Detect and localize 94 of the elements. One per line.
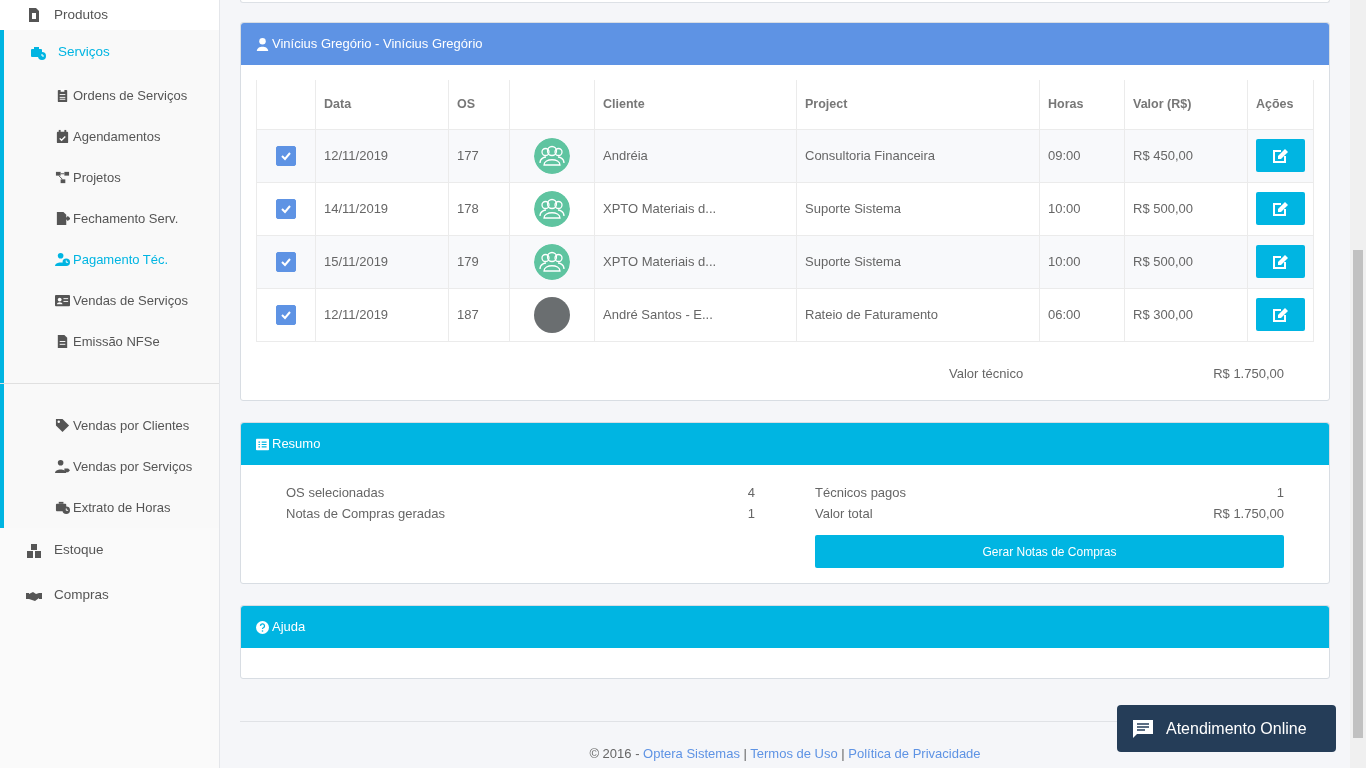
table-cell: 187 (457, 306, 479, 322)
column-header: Data (324, 96, 352, 111)
checkbox[interactable] (276, 304, 296, 325)
column-header: Valor (R$) (1133, 96, 1192, 111)
table-cell: 10:00 (1048, 200, 1081, 216)
user-clock-icon (55, 252, 70, 267)
document-icon (26, 7, 42, 23)
table-cell: 06:00 (1048, 306, 1081, 322)
table-cell: 177 (457, 147, 479, 163)
column-header: Cliente (603, 96, 645, 111)
calendar-check-icon (55, 129, 70, 144)
table-cell: R$ 500,00 (1133, 253, 1193, 269)
edit-icon (1273, 307, 1288, 322)
chat-button[interactable]: Atendimento Online (1117, 705, 1336, 752)
table-cell: R$ 500,00 (1133, 200, 1193, 216)
sidebar-item[interactable]: Compras (0, 573, 219, 618)
table-cell: 179 (457, 253, 479, 269)
panel-title: Ajuda (272, 618, 306, 637)
tag-icon (55, 418, 70, 433)
id-card-icon (55, 293, 70, 308)
summary-label: OS selecionadas (286, 484, 385, 502)
clipboard-icon (55, 88, 70, 103)
user-icon (256, 37, 269, 51)
column-header: OS (457, 96, 476, 111)
edit-icon (1273, 254, 1288, 269)
checkbox[interactable] (276, 145, 296, 166)
list-icon (256, 437, 269, 451)
separator-text: | (742, 746, 748, 761)
sidebar-item[interactable]: Produtos (0, 0, 219, 30)
table-cell: 14/11/2019 (324, 200, 389, 216)
total-label: Valor técnico (948, 364, 1024, 383)
sidebar-subitem[interactable]: Vendas por Serviços (4, 446, 219, 487)
sidebar-subitem[interactable]: Projetos (4, 157, 219, 198)
table-cell: R$ 450,00 (1133, 147, 1193, 163)
column-header: Horas (1048, 96, 1084, 111)
table-cell: André Santos - E... (603, 306, 713, 322)
document-arrow-icon (55, 211, 70, 226)
summary-value: 4 (747, 484, 755, 502)
table-cell: Suporte Sistema (805, 200, 902, 216)
table-cell: 12/11/2019 (324, 306, 389, 322)
sidebar-subitem[interactable]: Extrato de Horas (4, 487, 219, 528)
chat-icon (1133, 719, 1153, 738)
sidebar-subitem[interactable]: Vendas de Serviços (4, 280, 219, 321)
summary-label: Valor total (815, 505, 873, 523)
panel-title: Vinícius Gregório - Vinícius Gregório (272, 35, 483, 54)
edit-icon (1273, 201, 1288, 216)
table-cell: XPTO Materiais d... (603, 200, 717, 216)
table-cell: 10:00 (1048, 253, 1081, 269)
sidebar-subitem[interactable]: Ordens de Serviços (4, 75, 219, 116)
table-cell: Andréia (603, 147, 648, 163)
table-cell: 178 (457, 200, 479, 216)
sidebar-item[interactable]: Estoque (0, 528, 219, 573)
sidebar-subitem[interactable]: Fechamento Serv. (4, 198, 219, 239)
column-header: Project (805, 96, 848, 111)
group-avatar-icon (534, 190, 570, 227)
group-avatar-icon (534, 137, 570, 174)
scrollbar[interactable] (1350, 0, 1366, 768)
edit-button[interactable] (1256, 245, 1305, 278)
checkbox[interactable] (276, 198, 296, 219)
edit-button[interactable] (1256, 139, 1305, 172)
table-cell: Suporte Sistema (805, 253, 902, 269)
panel-title: Resumo (272, 435, 321, 454)
photo-placeholder (534, 296, 570, 333)
table-cell: 12/11/2019 (324, 147, 389, 163)
edit-button[interactable] (1256, 298, 1305, 331)
summary-label: Notas de Compras geradas (286, 505, 445, 523)
column-header: Ações (1256, 96, 1294, 111)
table-cell: 09:00 (1048, 147, 1081, 163)
edit-button[interactable] (1256, 192, 1305, 225)
briefcase-clock-icon (30, 44, 46, 61)
table-cell: 15/11/2019 (324, 253, 389, 269)
table-cell: Rateio de Faturamento (805, 306, 938, 322)
summary-value: 1 (1276, 484, 1284, 502)
total-value: R$ 1.750,00 (1213, 364, 1284, 383)
summary-value: 1 (747, 505, 755, 523)
summary-label: Técnicos pagos (815, 484, 907, 502)
sidebar-subitem[interactable]: Vendas por Clientes (4, 405, 219, 446)
table-cell: R$ 300,00 (1133, 306, 1193, 322)
summary-value: R$ 1.750,00 (1213, 505, 1284, 523)
table-cell: XPTO Materiais d... (603, 253, 717, 269)
briefcase-clock-icon (55, 500, 70, 515)
separator-text: | (840, 746, 846, 761)
edit-icon (1273, 148, 1288, 163)
hierarchy-icon (55, 170, 70, 185)
group-avatar-icon (534, 243, 570, 280)
copyright-text: © 2016 - (589, 746, 641, 761)
help-icon (256, 620, 269, 634)
table-cell: Consultoria Financeira (805, 147, 936, 163)
document-text-icon (55, 334, 70, 349)
boxes-icon (26, 542, 42, 559)
sidebar-subitem[interactable]: Agendamentos (4, 116, 219, 157)
sidebar-subitem[interactable]: Emissão NFSe (4, 321, 219, 362)
checkbox[interactable] (276, 251, 296, 272)
user-tag-icon (55, 459, 70, 474)
